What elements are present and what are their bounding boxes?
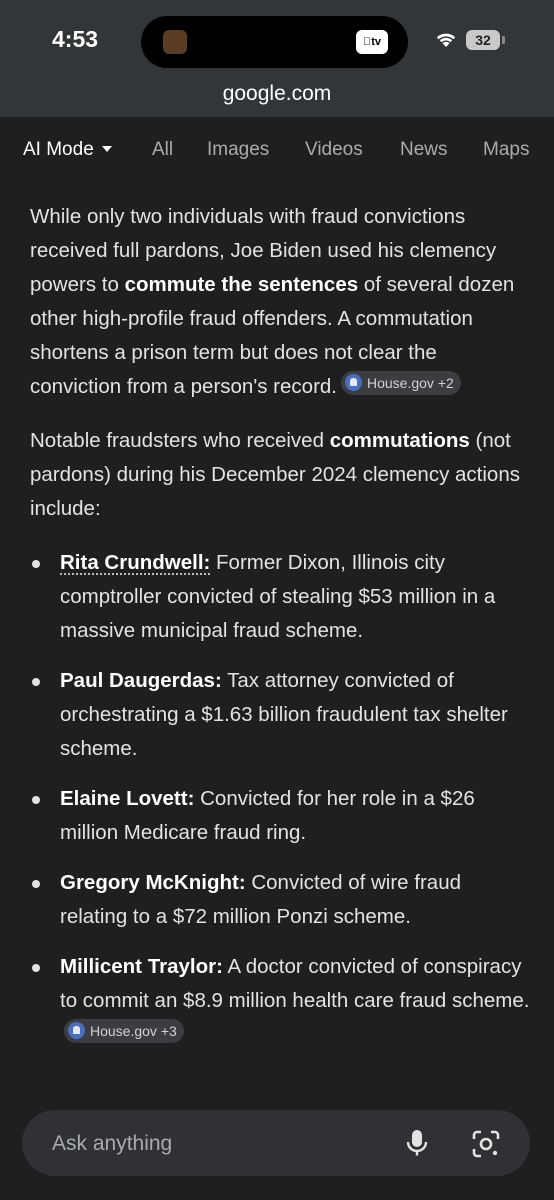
dynamic-island: tv (141, 16, 408, 68)
answer-paragraph-2: Notable fraudsters who received commutat… (30, 429, 520, 520)
wifi-icon (436, 33, 456, 47)
google-lens-icon[interactable] (472, 1130, 500, 1158)
tab-ai-mode[interactable]: AI Mode (23, 139, 112, 161)
fraudsters-list: Rita Crundwell: Former Dixon, Illinois c… (30, 546, 530, 1052)
url-bar[interactable]: google.com (0, 82, 554, 106)
citation-chip[interactable]: House.gov +3 (64, 1018, 184, 1043)
citation-chip[interactable]: House.gov +2 (341, 370, 461, 395)
tab-ai-mode-label: AI Mode (23, 139, 94, 160)
status-bar: 4:53 tv 32 google.com (0, 0, 554, 117)
house-gov-icon (345, 374, 362, 391)
ask-bar (22, 1110, 530, 1176)
list-item: Millicent Traylor: A doctor convicted of… (30, 950, 530, 1052)
list-item: Rita Crundwell: Former Dixon, Illinois c… (30, 546, 530, 648)
tab-all[interactable]: All (152, 139, 173, 161)
tab-news[interactable]: News (400, 139, 448, 161)
tab-images[interactable]: Images (207, 139, 269, 161)
apple-tv-icon: tv (356, 30, 388, 54)
battery-nub (502, 36, 505, 44)
chevron-down-icon (101, 146, 112, 152)
tab-videos[interactable]: Videos (305, 139, 363, 161)
entity-link-rita-crundwell[interactable]: Rita Crundwell: (60, 551, 210, 574)
ask-input[interactable] (50, 1128, 374, 1160)
microphone-icon[interactable] (406, 1129, 428, 1159)
list-item: Elaine Lovett: Convicted for her role in… (30, 782, 530, 850)
tab-maps[interactable]: Maps (483, 139, 529, 161)
list-item: Paul Daugerdas: Tax attorney convicted o… (30, 664, 530, 766)
house-gov-icon (68, 1022, 85, 1039)
bottom-bar (0, 1100, 554, 1200)
now-playing-thumbnail (163, 30, 187, 54)
list-item: Gregory McKnight: Convicted of wire frau… (30, 866, 530, 934)
search-tabs: AI Mode All Images Videos News Maps (0, 117, 554, 183)
status-time: 4:53 (52, 26, 99, 52)
ai-answer: While only two individuals with fraud co… (30, 200, 530, 1068)
battery-indicator: 32 (466, 30, 500, 50)
answer-paragraph-1: While only two individuals with fraud co… (30, 205, 515, 398)
